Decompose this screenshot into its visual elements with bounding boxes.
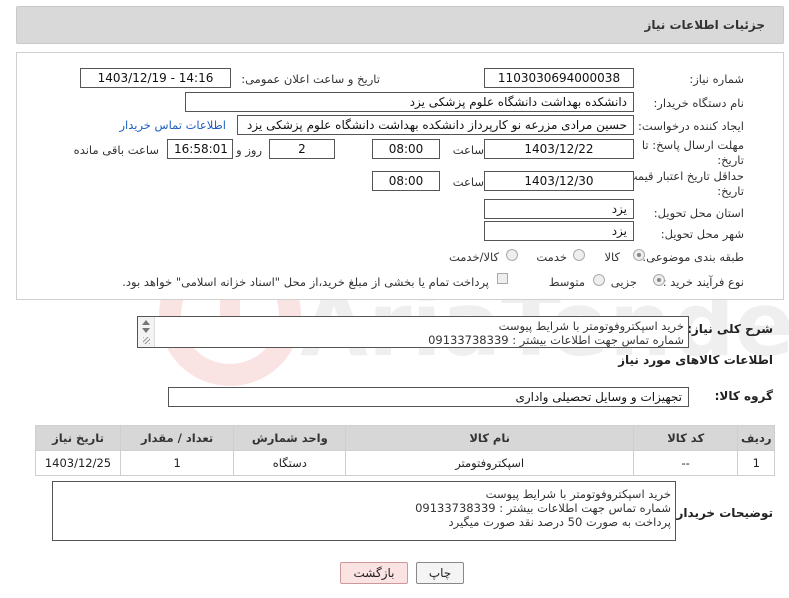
category-option-goods-service: کالا/خدمت	[448, 250, 499, 264]
panel-header: جزئیات اطلاعات نیاز	[16, 6, 784, 44]
city-label: شهر محل تحویل:	[660, 227, 744, 241]
remaining-label: ساعت باقی مانده	[73, 143, 159, 157]
buyer-notes-box: خرید اسپکتروفوتومتر با شرایط پیوست شماره…	[52, 481, 676, 541]
category-radio-service[interactable]	[573, 249, 585, 261]
category-option-goods: کالا	[604, 250, 620, 264]
description-textarea[interactable]: خرید اسپکتروفوتومتر با شرایط پیوست شماره…	[137, 316, 689, 348]
buyer-notes-label: توضیحات خریدار:	[671, 506, 773, 520]
resize-grip-icon[interactable]	[143, 337, 150, 344]
days-label: روز و	[236, 143, 262, 157]
goods-table: ردیف کد کالا نام کالا واحد شمارش تعداد /…	[35, 425, 775, 476]
treasury-checkbox[interactable]	[497, 273, 508, 284]
province-label: استان محل تحویل:	[653, 206, 744, 220]
category-option-service: خدمت	[536, 250, 567, 264]
cell-item-code: --	[632, 450, 739, 476]
description-line: شماره تماس جهت اطلاعات بیشتر : 091337383…	[428, 333, 684, 347]
announce-field: 1403/12/19 - 14:16	[80, 68, 231, 88]
buyer-org-label: نام دستگاه خریدار:	[653, 96, 744, 110]
category-label: طبقه بندی موضوعی:	[642, 250, 744, 264]
creator-field: حسین مرادی مزرعه نو کارپرداز دانشکده بهد…	[237, 115, 634, 135]
col-quantity: تعداد / مقدار	[119, 425, 235, 451]
scroll-down-icon[interactable]	[142, 328, 150, 333]
buyer-org-field: دانشکده بهداشت دانشگاه علوم پزشکی یزد	[185, 92, 634, 112]
category-radio-goods-service[interactable]	[506, 249, 518, 261]
description-line: خرید اسپکتروفوتومتر با شرایط پیوست	[498, 319, 684, 333]
min-valid-hour-label: ساعت	[452, 175, 484, 189]
goods-table-header: ردیف کد کالا نام کالا واحد شمارش تعداد /…	[35, 425, 775, 451]
description-label: شرح کلی نیاز:	[687, 322, 773, 336]
scroll-up-icon[interactable]	[142, 320, 150, 325]
process-radio-medium[interactable]	[593, 274, 605, 286]
process-option-minor: جزیی	[610, 275, 637, 289]
days-field: 2	[269, 139, 335, 159]
goods-section-title: اطلاعات کالاهای مورد نیاز	[618, 353, 773, 367]
deadline-time-field: 08:00	[372, 139, 440, 159]
cell-row-number: 1	[737, 450, 775, 476]
buyer-contact-link[interactable]: اطلاعات تماس خریدار	[119, 118, 226, 132]
deadline-date-field: 1403/12/22	[484, 139, 634, 159]
cell-quantity: 1	[119, 450, 235, 476]
remaining-time-field: 16:58:01	[167, 139, 233, 159]
cell-need-date: 1403/12/25	[35, 450, 121, 476]
col-row-number: ردیف	[737, 425, 775, 451]
buyer-notes-line: خرید اسپکتروفوتومتر با شرایط پیوست	[485, 487, 671, 501]
buyer-notes-line: شماره تماس جهت اطلاعات بیشتر : 091337383…	[415, 501, 671, 515]
deadline-label: مهلت ارسال پاسخ: تا	[641, 138, 744, 152]
min-valid-date-field: 1403/12/30	[484, 171, 634, 191]
print-button[interactable]: چاپ	[416, 562, 464, 584]
buyer-notes-line: پرداخت به صورت 50 درصد نقد صورت میگیرد	[448, 515, 671, 529]
table-row: 1 -- اسپکتروفتومتر دستگاه 1 1403/12/25	[35, 450, 775, 476]
category-radio-goods[interactable]	[633, 249, 645, 261]
process-label: نوع فرآیند خرید :	[662, 275, 744, 289]
need-number-field: 1103030694000038	[484, 68, 634, 88]
cell-item-name: اسپکتروفتومتر	[345, 450, 634, 476]
col-unit: واحد شمارش	[233, 425, 347, 451]
deadline-label-2: تاریخ:	[717, 153, 744, 167]
min-valid-label-2: تاریخ:	[717, 184, 744, 198]
treasury-note: پرداخت تمام یا بخشی از مبلغ خرید،از محل …	[122, 275, 489, 289]
description-scrollbar[interactable]	[138, 317, 155, 347]
cell-unit: دستگاه	[233, 450, 347, 476]
page-title: جزئیات اطلاعات نیاز	[644, 18, 765, 32]
announce-label: تاریخ و ساعت اعلان عمومی:	[241, 72, 380, 86]
col-item-name: نام کالا	[345, 425, 634, 451]
min-valid-time-field: 08:00	[372, 171, 440, 191]
col-item-code: کد کالا	[632, 425, 739, 451]
goods-group-label: گروه کالا:	[714, 389, 773, 403]
process-option-medium: متوسط	[548, 275, 585, 289]
deadline-hour-label: ساعت	[452, 143, 484, 157]
province-field: یزد	[484, 199, 634, 219]
process-radio-minor[interactable]	[653, 274, 665, 286]
goods-group-field: تجهیزات و وسایل تحصیلی واداری	[168, 387, 689, 407]
creator-label: ایجاد کننده درخواست:	[638, 119, 744, 133]
col-need-date: تاریخ نیاز	[35, 425, 121, 451]
need-number-label: شماره نیاز:	[689, 72, 744, 86]
back-button[interactable]: بازگشت	[340, 562, 408, 584]
city-field: یزد	[484, 221, 634, 241]
